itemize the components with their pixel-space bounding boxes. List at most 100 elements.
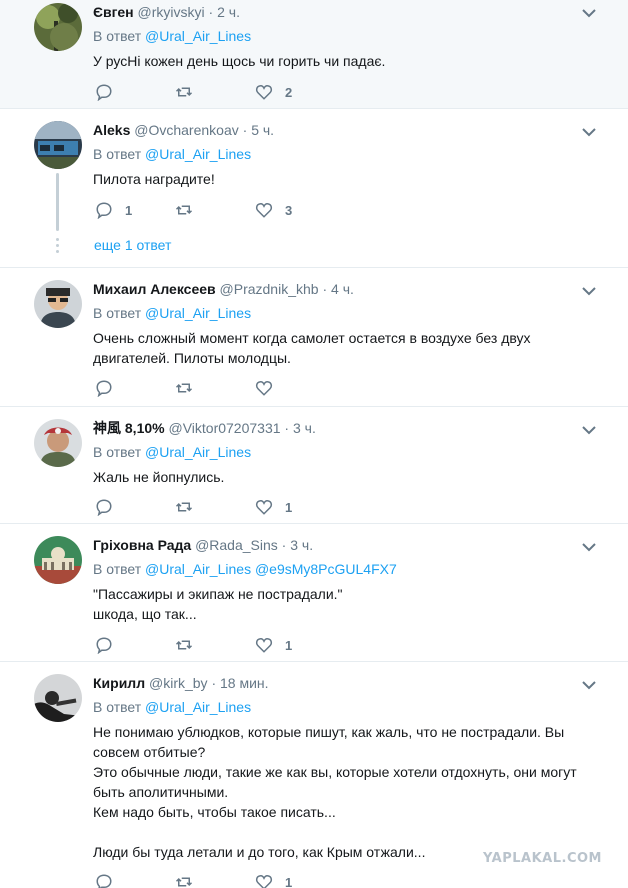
retweet-button[interactable] [175, 83, 255, 101]
reply-prefix: В ответ [93, 28, 142, 44]
reply-icon [95, 873, 113, 888]
retweet-icon [175, 201, 193, 219]
timestamp[interactable]: 3 ч. [290, 537, 313, 553]
like-button[interactable]: 2 [255, 83, 335, 101]
tweet[interactable]: 神風 8,10% @Viktor07207331 · 3 ч. В ответ … [0, 407, 628, 524]
user-handle[interactable]: @Prazdnik_khb [220, 281, 319, 297]
tweet-text: Жаль не йопнулись. [93, 469, 225, 485]
display-name[interactable]: Гріховна Рада [93, 537, 191, 553]
reply-context: В ответ @Ural_Air_Lines [93, 145, 608, 163]
avatar[interactable] [34, 419, 82, 467]
action-bar: 1 [95, 497, 335, 517]
reply-icon [95, 498, 113, 516]
action-bar [95, 378, 335, 398]
retweet-button[interactable] [175, 873, 255, 888]
reply-prefix: В ответ [93, 699, 142, 715]
thread-line [56, 173, 59, 231]
mention-link[interactable]: @Ural_Air_Lines [145, 444, 251, 460]
tweet-header: 神風 8,10% @Viktor07207331 · 3 ч. [93, 419, 608, 437]
tweet[interactable]: Михаил Алексеев @Prazdnik_khb · 4 ч. В о… [0, 268, 628, 407]
tweet[interactable]: Гріховна Рада @Rada_Sins · 3 ч. В ответ … [0, 524, 628, 662]
like-icon [255, 83, 273, 101]
timestamp[interactable]: 5 ч. [251, 122, 274, 138]
display-name[interactable]: Aleks [93, 122, 130, 138]
tweet-text: У русНі кожен день щось чи горить чи пад… [93, 53, 386, 69]
retweet-icon [175, 498, 193, 516]
retweet-button[interactable] [175, 201, 255, 219]
reply-button[interactable] [95, 498, 175, 516]
reply-icon [95, 379, 113, 397]
timestamp[interactable]: 3 ч. [293, 420, 316, 436]
reply-context: В ответ @Ural_Air_Lines [93, 27, 608, 45]
user-handle[interactable]: @Viktor07207331 [168, 420, 280, 436]
tweet-text: Пилота наградите! [93, 171, 215, 187]
display-name[interactable]: 神風 8,10% [93, 420, 165, 436]
retweet-icon [175, 83, 193, 101]
retweet-icon [175, 379, 193, 397]
tweet-header: Євген @rkyivskyi · 2 ч. [93, 3, 608, 21]
separator-dot: · [322, 281, 328, 297]
reply-icon [95, 83, 113, 101]
separator-dot: · [211, 675, 217, 691]
retweet-button[interactable] [175, 498, 255, 516]
like-count: 1 [285, 874, 293, 888]
avatar[interactable] [34, 121, 82, 169]
action-bar: 1 [95, 635, 335, 655]
reply-button[interactable] [95, 873, 175, 888]
user-handle[interactable]: @rkyivskyi [138, 4, 205, 20]
display-name[interactable]: Кирилл [93, 675, 145, 691]
retweet-button[interactable] [175, 636, 255, 654]
reply-prefix: В ответ [93, 561, 142, 577]
avatar[interactable] [34, 3, 82, 51]
avatar[interactable] [34, 536, 82, 584]
tweet-text: "Пассажиры и экипаж не пострадали." шкод… [93, 586, 343, 622]
reply-button[interactable] [95, 636, 175, 654]
like-count: 3 [285, 202, 293, 218]
user-handle[interactable]: @kirk_by [149, 675, 208, 691]
show-more-replies-link[interactable]: еще 1 ответ [94, 237, 171, 253]
separator-dot: · [281, 537, 287, 553]
mention-link[interactable]: @Ural_Air_Lines @e9sMy8PcGUL4FX7 [145, 561, 397, 577]
retweet-button[interactable] [175, 379, 255, 397]
reply-button[interactable]: 1 [95, 201, 175, 219]
tweet-header: Михаил Алексеев @Prazdnik_khb · 4 ч. [93, 280, 608, 298]
mention-link[interactable]: @Ural_Air_Lines [145, 305, 251, 321]
user-handle[interactable]: @Rada_Sins [195, 537, 278, 553]
tweet-header: Aleks @Ovcharenkoav · 5 ч. [93, 121, 608, 139]
display-name[interactable]: Євген [93, 4, 134, 20]
like-icon [255, 873, 273, 888]
action-bar: 1 3 [95, 200, 335, 220]
tweet-text: Очень сложный момент когда самолет остае… [93, 330, 531, 366]
reply-button[interactable] [95, 83, 175, 101]
timestamp[interactable]: 2 ч. [217, 4, 240, 20]
reply-icon [95, 636, 113, 654]
timestamp[interactable]: 18 мин. [220, 675, 269, 691]
reply-context: В ответ @Ural_Air_Lines [93, 304, 608, 322]
user-handle[interactable]: @Ovcharenkoav [134, 122, 238, 138]
mention-link[interactable]: @Ural_Air_Lines [145, 28, 251, 44]
retweet-icon [175, 873, 193, 888]
like-count: 1 [285, 637, 293, 653]
like-count: 1 [285, 499, 293, 515]
like-count: 2 [285, 84, 293, 100]
like-button[interactable]: 1 [255, 498, 335, 516]
timestamp[interactable]: 4 ч. [331, 281, 354, 297]
display-name[interactable]: Михаил Алексеев [93, 281, 216, 297]
like-button[interactable]: 1 [255, 873, 335, 888]
tweet[interactable]: Євген @rkyivskyi · 2 ч. В ответ @Ural_Ai… [0, 0, 628, 109]
mention-link[interactable]: @Ural_Air_Lines [145, 699, 251, 715]
mention-link[interactable]: @Ural_Air_Lines [145, 146, 251, 162]
like-button[interactable]: 3 [255, 201, 335, 219]
retweet-icon [175, 636, 193, 654]
like-icon [255, 201, 273, 219]
like-icon [255, 636, 273, 654]
reply-context: В ответ @Ural_Air_Lines [93, 443, 608, 461]
tweet[interactable]: Aleks @Ovcharenkoav · 5 ч. В ответ @Ural… [0, 109, 628, 268]
tweet-header: Кирилл @kirk_by · 18 мин. [93, 674, 608, 692]
reply-button[interactable] [95, 379, 175, 397]
like-button[interactable]: 1 [255, 636, 335, 654]
avatar[interactable] [34, 674, 82, 722]
like-button[interactable] [255, 379, 335, 397]
avatar[interactable] [34, 280, 82, 328]
reply-prefix: В ответ [93, 146, 142, 162]
